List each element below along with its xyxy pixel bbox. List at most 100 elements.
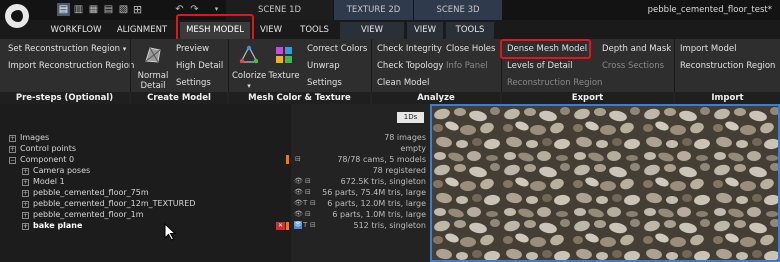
check-topology-button[interactable]: Check Topology [377,59,443,73]
texture-icon: T [303,199,308,207]
close-holes-button[interactable]: Close Holes [446,42,495,56]
highlight-dense-mesh-model [500,39,591,59]
tree-item-camera-poses[interactable]: + Camera poses [22,165,90,176]
grid-icon[interactable]: ⊞ [131,3,144,16]
colorize-icon [239,45,259,64]
ribbon-divider [674,39,675,92]
texture-button[interactable]: Texture [268,45,300,81]
expand-icon[interactable]: + [22,223,29,230]
ribbon-group-labels: Pre-steps (Optional) Create Model Mesh C… [0,92,780,104]
ribbon-divider [130,39,131,92]
texture-icon: T [303,221,308,229]
mesh-icon: ⊟ [305,177,311,185]
pebble-texture-image [432,106,778,260]
info-row: 👁 ⊟ 672.5K tris, singleton [294,176,426,187]
mesh-icon: ⊟ [310,221,316,229]
delete-icon[interactable]: ✕ [276,222,285,230]
cross-sections-button[interactable]: Cross Sections [602,59,664,73]
menu-view-2[interactable]: VIEW [340,22,404,39]
export-reconstruction-region-button[interactable]: Reconstruction Region [507,76,602,90]
create-model-settings-button[interactable]: Settings [176,76,211,90]
texture-viewport[interactable] [430,104,780,262]
depth-and-mask-button[interactable]: Depth and Mask [602,42,671,56]
eye-icon[interactable]: 👁 [294,187,303,198]
layout-3-icon[interactable]: ▦ [87,3,100,16]
tree-item-model-12m-textured[interactable]: + pebble_cemented_floor_12m_TEXTURED [22,198,195,209]
info-row: 👁 ⊟ 6 parts, 1.0M tris, large [294,209,426,220]
app-logo-icon[interactable] [5,4,29,28]
layout-1-icon[interactable]: ▤ [57,3,70,16]
normal-detail-icon [145,47,161,63]
group-analyze: Analyze [372,92,500,104]
expand-icon[interactable]: + [22,201,29,208]
texture-label: Texture [268,71,300,81]
expand-icon[interactable]: + [22,168,29,175]
tab-texture-2d[interactable]: TEXTURE 2D [334,0,413,20]
tree-item-component-0[interactable]: − Component 0 [9,154,74,165]
chevron-down-icon: ▾ [122,45,127,53]
set-reconstruction-region-button[interactable]: Set Reconstruction Region ▾ [8,42,126,56]
info-panel-button[interactable]: Info Panel [446,59,488,73]
top-bar: ▤ ▥ ▦ ▤ ▧ ⊞ ↶ ↷ ▾ SCENE 1D TEXTURE 2D SC… [0,0,780,20]
correct-colors-button[interactable]: Correct Colors [307,42,367,56]
collapse-icon[interactable]: − [9,157,16,164]
expand-icon[interactable]: + [22,190,29,197]
eye-icon[interactable]: 👁 [294,176,303,187]
expand-icon[interactable]: + [9,146,16,153]
expand-icon[interactable]: + [9,135,16,142]
menu-view-3[interactable]: VIEW [407,22,443,39]
component-icon: ⊟ [295,155,301,163]
unwrap-button[interactable]: Unwrap [307,59,340,73]
import-reconstruction-region-button[interactable]: Import Reconstruction Region [8,59,134,73]
colorize-button[interactable]: Colorize ▾ [232,45,266,91]
visibility-toggle-icon[interactable]: 👁 [294,221,302,229]
layout-2-icon[interactable]: ▥ [72,3,85,16]
group-import: Import [675,92,780,104]
info-panel: 1Ds 78 images empty ⊟ 78/78 cams, 5 model… [291,104,430,262]
high-detail-button[interactable]: High Detail [176,59,223,73]
info-row: 78 images [384,133,426,142]
clean-model-button[interactable]: Clean Model [377,76,429,90]
levels-of-detail-button[interactable]: Levels of Detail [507,59,573,73]
tree-item-model-1m[interactable]: + pebble_cemented_floor_1m [22,209,144,220]
info-row: empty [400,144,426,153]
menu-tools[interactable]: TOOLS [292,22,337,39]
mesh-icon: ⊟ [305,188,311,196]
check-integrity-button[interactable]: Check Integrity [377,42,442,56]
menu-alignment[interactable]: ALIGNMENT [110,22,174,39]
preview-button[interactable]: Preview [176,42,209,56]
group-pre-steps: Pre-steps (Optional) [0,92,129,104]
info-row: 👁 T ⊟ 6 parts, 12.0M tris, large [294,198,426,209]
tree-item-bake-plane[interactable]: + bake plane [22,220,82,231]
tab-scene-3d[interactable]: SCENE 3D [414,0,502,20]
selected-marker [286,222,289,230]
layout-5-icon[interactable]: ▧ [117,3,130,16]
menu-workflow[interactable]: WORKFLOW [46,22,106,39]
info-row: ⊟ 78/78 cams, 5 models [295,155,426,164]
window-title: pebble_cemented_floor_test* [647,5,772,15]
tree-item-model-1[interactable]: + Model 1 [22,176,65,187]
main-menu: WORKFLOW ALIGNMENT MESH MODEL VIEW TOOLS… [0,20,780,39]
expand-icon[interactable]: + [22,212,29,219]
eye-icon[interactable]: 👁 [294,198,303,209]
tree-item-control-points[interactable]: + Control points [9,143,76,154]
component-marker [286,155,289,164]
menu-view[interactable]: VIEW [253,22,289,39]
expand-icon[interactable]: + [22,179,29,186]
menu-tools-2[interactable]: TOOLS [446,22,494,39]
import-reconstruction-region-right-button[interactable]: Reconstruction Region [680,59,775,73]
view-mode-badge[interactable]: 1Ds [397,112,424,123]
texture-icon [276,47,292,63]
layout-4-icon[interactable]: ▤ [102,3,115,16]
normal-detail-button[interactable]: Normal Detail [134,45,172,91]
mesh-icon: ⊟ [305,210,311,218]
tree-item-model-75m[interactable]: + pebble_cemented_floor_75m [22,187,149,198]
eye-icon[interactable]: 👁 [294,209,303,220]
chevron-down-icon: ▾ [247,82,251,90]
texture-settings-button[interactable]: Settings [307,76,342,90]
ribbon: Set Reconstruction Region ▾ Import Recon… [0,39,780,92]
colorize-label: Colorize [232,71,267,81]
tree-item-images[interactable]: + Images [9,132,49,143]
mouse-cursor-icon [164,223,177,241]
import-model-button[interactable]: Import Model [680,42,736,56]
